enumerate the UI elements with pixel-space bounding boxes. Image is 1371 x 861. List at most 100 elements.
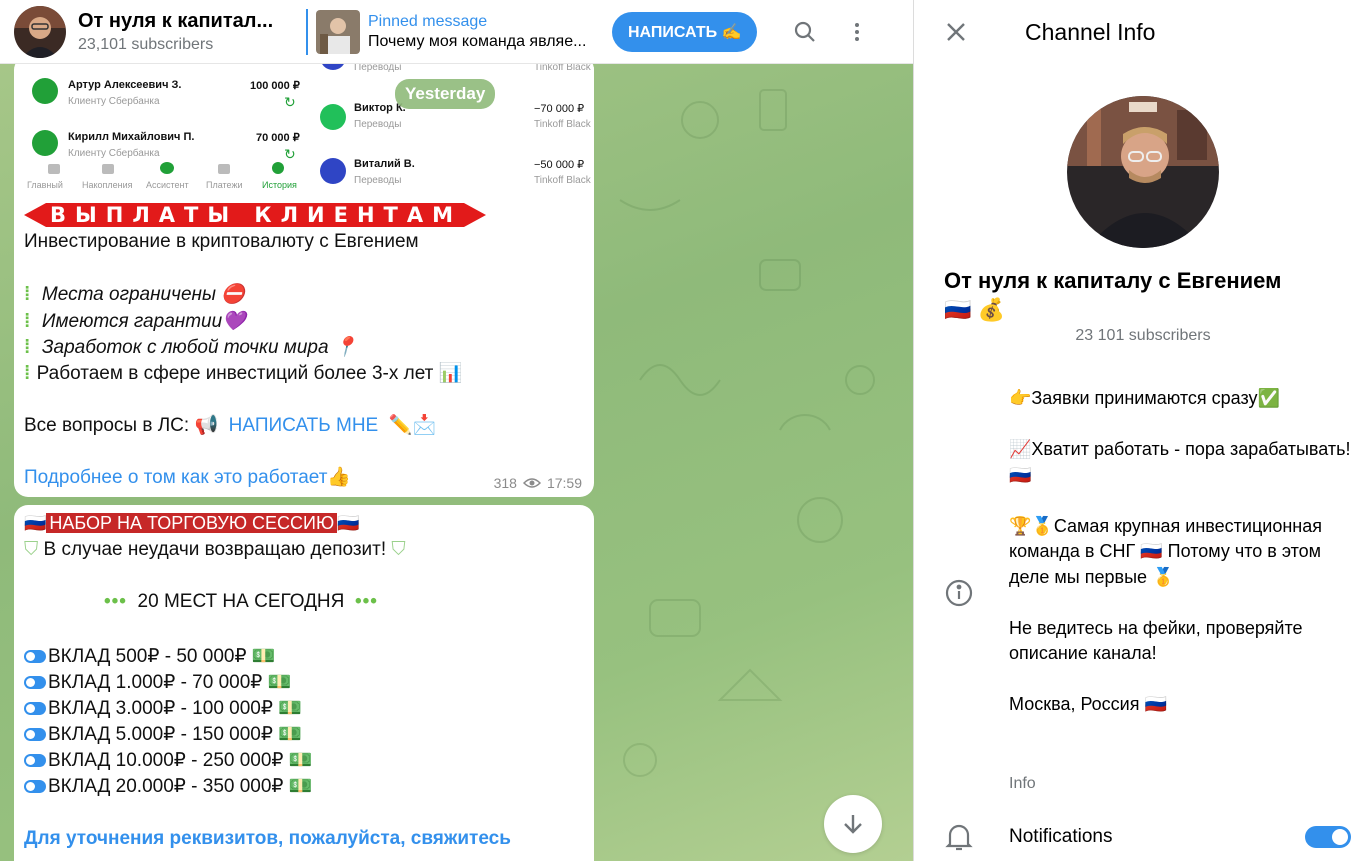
toggle-emoji-icon <box>24 650 46 664</box>
assistant-icon <box>160 162 174 174</box>
notifications-toggle[interactable] <box>1305 826 1351 848</box>
nav-item: Накопления <box>82 180 133 190</box>
pinned-text: Почему моя команда являе... <box>368 32 587 50</box>
more-vertical-icon[interactable] <box>835 10 879 54</box>
channel-description: 👉Заявки принимаются сразу✅ 📈Хватит работ… <box>1009 386 1354 718</box>
bell-icon <box>945 824 973 851</box>
shield-icon: ⛉ <box>24 539 39 560</box>
channel-full-name: От нуля к капиталу с Евгением 🇷🇺 💰 <box>944 268 1282 322</box>
payments-icon <box>218 164 230 174</box>
channel-title-block[interactable]: От нуля к капитал... 23,101 subscribers <box>78 10 292 54</box>
search-icon[interactable] <box>783 10 827 54</box>
payouts-banner: ВЫПЛАТЫ КЛИЕНТАМ <box>24 203 486 227</box>
nav-item: Платежи <box>206 180 243 190</box>
chat-header: От нуля к капитал... 23,101 subscribers … <box>0 0 913 64</box>
deposit-item: ВКЛАД 500₽ - 50 000₽ 💵 <box>24 644 276 668</box>
session-title: НАБОР НА ТОРГОВУЮ СЕССИЮ <box>46 513 338 533</box>
money-emoji-icon: 💵 <box>278 698 302 719</box>
toggle-emoji-icon <box>24 780 46 794</box>
bullet-item: ⁞ Места ограничены ⛔ <box>24 284 245 305</box>
payment-amount: 100 000 ₽ <box>250 80 300 92</box>
banner-text: ВЫПЛАТЫ КЛИЕНТАМ <box>49 203 462 227</box>
date-separator: Yesterday <box>395 79 496 109</box>
description-line: Москва, Россия 🇷🇺 <box>1009 694 1167 714</box>
description-line: Не ведитесь на фейки, проверяйте описани… <box>1009 617 1303 664</box>
nav-item: Ассистент <box>146 180 189 190</box>
deposit-item: ВКЛАД 3.000₽ - 100 000₽ 💵 <box>24 696 302 720</box>
deposit-item: ВКЛАД 5.000₽ - 150 000₽ 💵 <box>24 722 302 746</box>
intro-text: Инвестирование в криптовалюту с Евгением <box>24 231 419 252</box>
dots-icon: ••• <box>354 591 378 612</box>
bullet-item: ⁞ Заработок с любой точки мира 📍 <box>24 337 358 358</box>
payment-name: Артур Алексеевич З. <box>68 79 182 91</box>
payments-screenshot: Артур Алексеевич З. Клиенту Сбербанка 10… <box>22 56 594 196</box>
thumbs-up-emoji: 👍 <box>327 467 352 488</box>
info-icon <box>945 579 973 607</box>
description-line: 👉Заявки принимаются сразу✅ <box>1009 388 1280 408</box>
deposit-item: ВКЛАД 20.000₽ - 350 000₽ 💵 <box>24 774 312 798</box>
channel-name: От нуля к капитал... <box>78 9 274 32</box>
payment-amount: −50 000 ₽ <box>534 159 585 171</box>
toggle-emoji-icon <box>24 676 46 690</box>
payment-bank: Tinkoff Black <box>534 119 591 130</box>
session-title-line: 🇷🇺 НАБОР НА ТОРГОВУЮ СЕССИЮ 🇷🇺 <box>24 513 360 534</box>
sber-logo-icon <box>32 78 58 104</box>
flag-emoji: 🇷🇺 <box>337 513 360 533</box>
payment-sub: Клиенту Сбербанка <box>68 96 160 107</box>
money-emoji-icon: 💵 <box>288 776 313 797</box>
notifications-label: Notifications <box>1009 826 1113 847</box>
pinned-title: Pinned message <box>368 12 488 30</box>
pinned-message[interactable]: Pinned message Почему моя команда являе.… <box>306 8 602 55</box>
chat-area: От нуля к капитал... 23,101 subscribers … <box>0 0 913 861</box>
check-logo-icon <box>320 104 346 130</box>
places-line: ••• 20 МЕСТ НА СЕГОДНЯ ••• <box>104 591 378 612</box>
message-bubble-payouts[interactable]: Артур Алексеевич З. Клиенту Сбербанка 10… <box>14 56 594 497</box>
bullet-item: ⁞ Работаем в сфере инвестиций более 3-х … <box>24 363 463 384</box>
write-button[interactable]: НАПИСАТЬ ✍️ <box>612 11 758 52</box>
notifications-row[interactable]: Notifications <box>914 818 1371 858</box>
deposit-item: ВКЛАД 1.000₽ - 70 000₽ 💵 <box>24 670 291 694</box>
channel-avatar-large[interactable] <box>1067 96 1219 248</box>
channel-info-panel: Channel Info От нуля к капиталу с Евгени… <box>913 0 1371 861</box>
payment-bank: Tinkoff Black <box>534 175 591 186</box>
refresh-icon: ↻ <box>284 146 296 162</box>
more-info-link[interactable]: Подробнее о том как это работает <box>24 467 327 488</box>
bullet-marker-icon: ⁞ <box>24 337 32 358</box>
history-icon <box>272 162 284 174</box>
more-line: Подробнее о том как это работает👍 <box>24 465 351 489</box>
toggle-emoji-icon <box>24 728 46 742</box>
bullet-marker-icon: ⁞ <box>24 363 32 384</box>
nav-item: История <box>262 180 297 190</box>
channel-avatar[interactable] <box>14 5 66 58</box>
payment-name: Кирилл Михайлович П. <box>68 131 195 143</box>
chevron-down-icon <box>844 815 862 834</box>
subscriber-count: 23,101 subscribers <box>78 35 214 53</box>
eye-icon <box>522 478 541 488</box>
payment-sub: Переводы <box>354 175 402 186</box>
shield-icon: ⛉ <box>391 539 406 560</box>
close-icon[interactable] <box>934 10 978 54</box>
refresh-icon: ↻ <box>284 94 296 110</box>
message-meta: 318 17:59 <box>494 475 582 491</box>
channel-name-emoji: 🇷🇺 💰 <box>944 297 1005 322</box>
dots-icon: ••• <box>104 591 127 612</box>
contact-link[interactable]: Для уточнения реквизитов, пожалуйста, св… <box>24 828 511 850</box>
money-emoji-icon: 💵 <box>251 646 276 667</box>
flag-emoji: 🇷🇺 <box>24 513 47 533</box>
scroll-down-button[interactable] <box>824 795 882 853</box>
payment-name: Виталий В. <box>354 158 415 170</box>
nav-item: Главный <box>27 180 63 190</box>
description-line: 📈Хватит работать - пора зарабатывать!🇷🇺 <box>1009 439 1351 485</box>
write-me-link[interactable]: НАПИСАТЬ МНЕ <box>229 415 379 436</box>
home-icon <box>48 164 60 174</box>
money-emoji-icon: 💵 <box>288 750 313 771</box>
message-time: 17:59 <box>546 475 582 491</box>
pinned-thumbnail <box>316 9 360 54</box>
info-header: Channel Info <box>914 0 1371 64</box>
bank-logo-icon <box>320 158 346 184</box>
guarantee-line: ⛉ В случае неудачи возвращаю депозит! ⛉ <box>24 539 406 560</box>
payment-sub: Переводы <box>354 119 402 130</box>
message-bubble-session[interactable]: 🇷🇺 НАБОР НА ТОРГОВУЮ СЕССИЮ 🇷🇺 ⛉ В случае … <box>14 505 594 861</box>
info-label: Info <box>1009 775 1036 792</box>
bullet-marker-icon: ⁞ <box>24 311 32 332</box>
